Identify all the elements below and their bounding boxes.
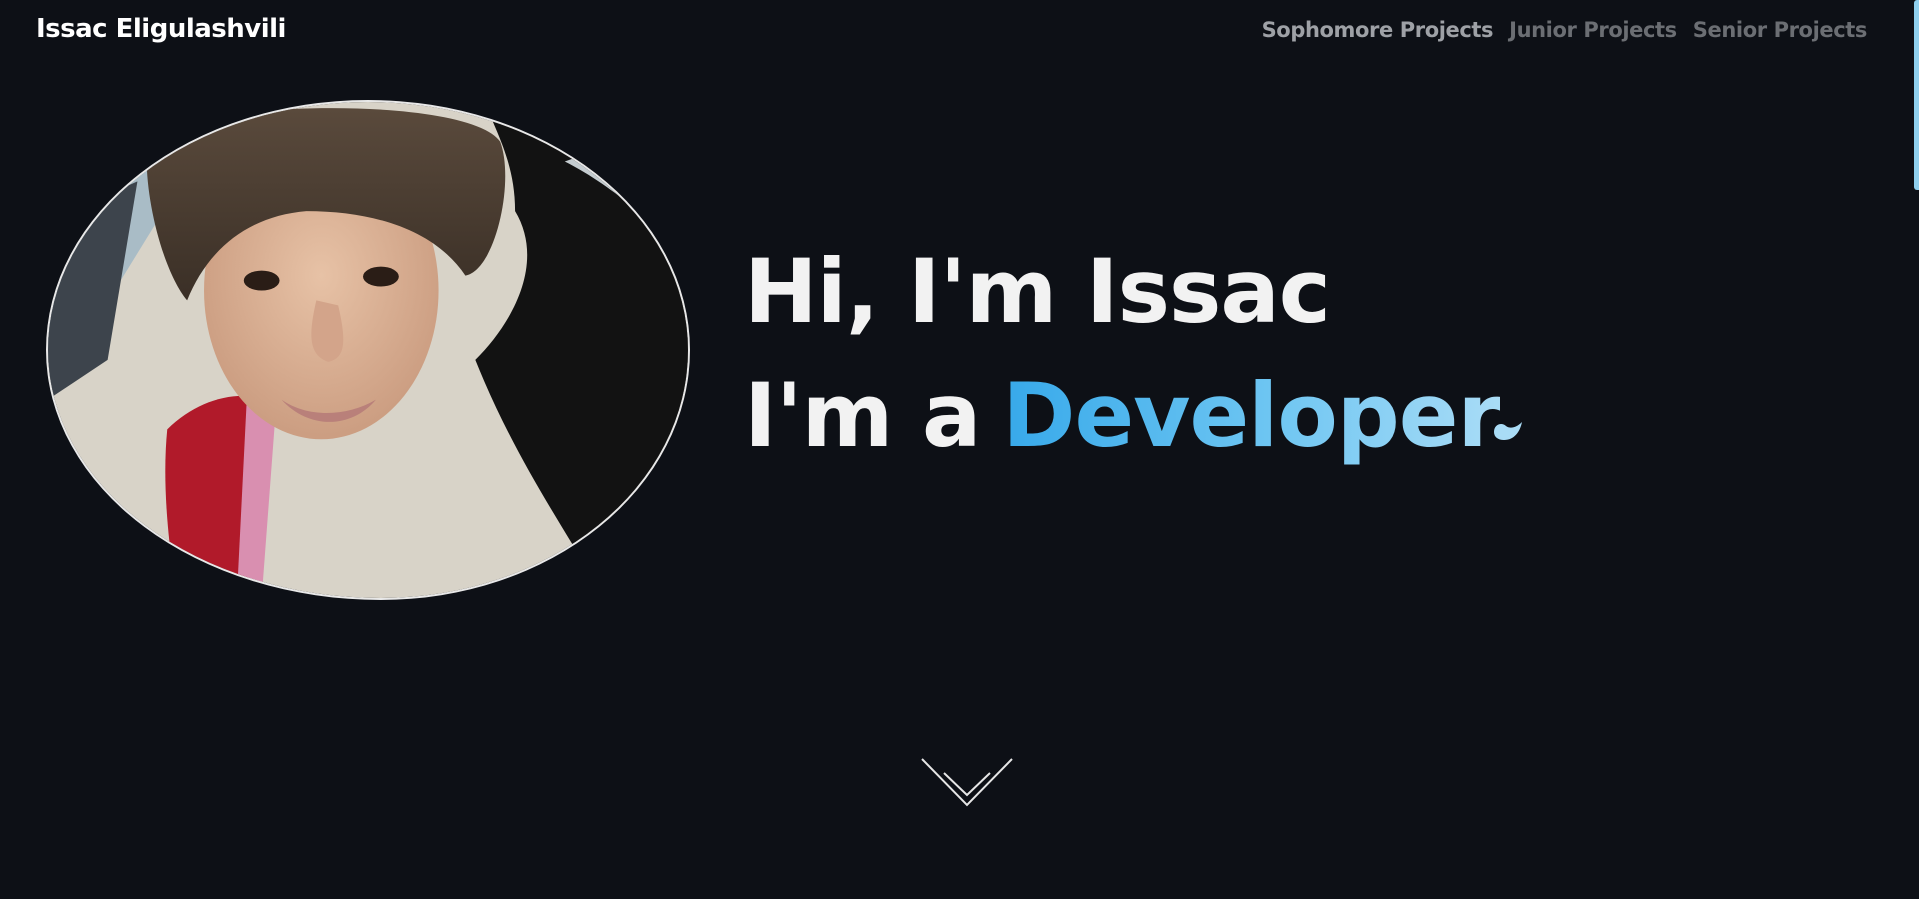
hero-role-line: I'm a Developer (744, 354, 1501, 478)
page: Issac Eligulashvili Sophomore Projects J… (0, 0, 1919, 899)
site-brand[interactable]: Issac Eligulashvili (36, 14, 286, 44)
hero-role-prefix: I'm a (744, 364, 981, 467)
profile-photo-image (48, 102, 688, 598)
nav-sophomore-projects[interactable]: Sophomore Projects (1262, 18, 1494, 42)
scrollbar-thumb[interactable] (1914, 0, 1919, 190)
nav-senior-projects[interactable]: Senior Projects (1693, 18, 1868, 42)
main-nav: Sophomore Projects Junior Projects Senio… (1262, 18, 1868, 42)
hero-headline: Hi, I'm Issac I'm a Developer (744, 230, 1501, 478)
chevron-down-icon[interactable] (920, 757, 1014, 809)
nav-junior-projects[interactable]: Junior Projects (1509, 18, 1677, 42)
hero-role: Developer (1002, 364, 1500, 467)
typing-cursor-icon (1494, 422, 1522, 440)
hero-greeting: Hi, I'm Issac (744, 240, 1331, 343)
profile-photo (46, 100, 690, 600)
